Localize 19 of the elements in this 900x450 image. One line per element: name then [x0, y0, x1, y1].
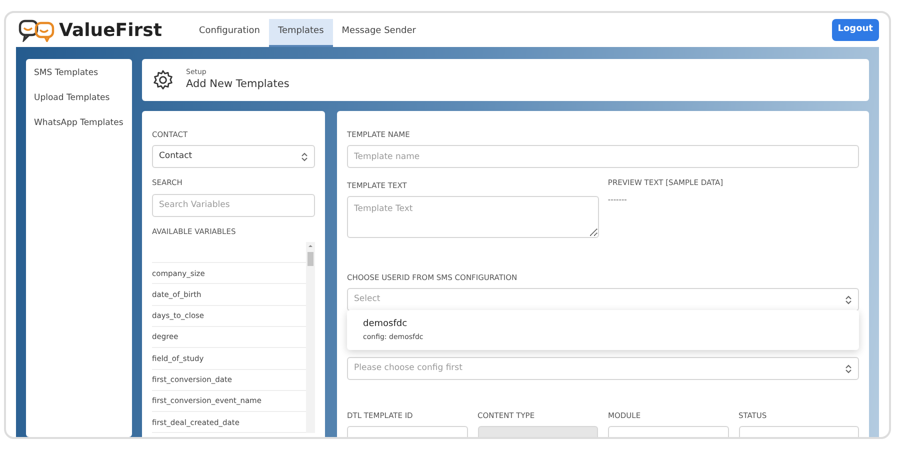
logout-button[interactable]: Logout [832, 19, 879, 41]
sidebar-item[interactable]: WhatsApp Templates [34, 116, 124, 130]
chevron-icon [301, 152, 308, 162]
search-field[interactable]: Search Variables [152, 194, 315, 216]
contact-select[interactable]: Contact [152, 145, 315, 168]
nav-tab[interactable]: Templates [269, 19, 333, 47]
text-area[interactable]: Template Text [347, 196, 599, 238]
logo-icon [18, 18, 56, 42]
sidebar-item[interactable]: Upload Templates [34, 92, 110, 104]
nav-tab[interactable]: Configuration [190, 19, 269, 47]
chevron-icon [845, 364, 852, 374]
chevron-icon [845, 294, 852, 304]
settings-icon [152, 69, 174, 91]
nav-tab[interactable]: Message Sender [332, 19, 425, 47]
option-title[interactable]: demosfdc [363, 318, 843, 332]
page-title: Add New Templates [186, 77, 290, 92]
brand-name: ValueFirst [59, 18, 162, 42]
text-field[interactable]: Template name [347, 145, 859, 168]
sidebar-item[interactable]: SMS Templates [34, 67, 98, 80]
